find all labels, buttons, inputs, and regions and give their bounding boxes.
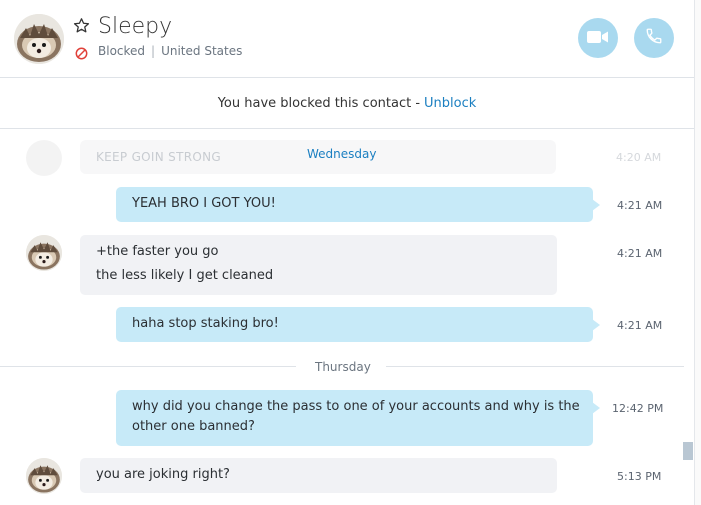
- message-time: 4:21 AM: [617, 319, 663, 332]
- day-label-thursday: Thursday: [315, 360, 371, 374]
- message-text: YEAH BRO I GOT YOU!: [132, 196, 276, 211]
- message-time: 12:42 PM: [612, 402, 664, 415]
- day-divider-line: [386, 366, 684, 367]
- faded-avatar: [26, 140, 62, 176]
- blocked-banner-text: You have blocked this contact -: [217, 96, 421, 111]
- message-bubble-outgoing[interactable]: YEAH BRO I GOT YOU!: [116, 187, 600, 222]
- window-edge: [694, 0, 701, 505]
- scrollbar-thumb[interactable]: [683, 442, 693, 460]
- contact-name[interactable]: Sleepy: [98, 14, 172, 39]
- unblock-link[interactable]: Unblock: [424, 96, 476, 111]
- day-divider-line: [0, 366, 296, 367]
- message-time: 5:13 PM: [617, 470, 662, 483]
- blocked-icon: [75, 45, 88, 60]
- message-bubble-outgoing[interactable]: why did you change the pass to one of yo…: [116, 390, 600, 446]
- day-label-wednesday: Wednesday: [307, 147, 377, 161]
- message-text: the less likely I get cleaned: [96, 268, 274, 283]
- message-text: +the faster you go: [96, 244, 219, 259]
- blocked-label: Blocked: [98, 44, 146, 58]
- video-camera-icon: [587, 29, 609, 48]
- message-text: haha stop staking bro!: [132, 316, 279, 331]
- location-label: United States: [161, 44, 243, 58]
- contact-avatar-small[interactable]: [26, 458, 62, 494]
- message-bubble-incoming[interactable]: you are joking right?: [80, 458, 557, 493]
- faded-message-text: KEEP GOIN STRONG: [96, 150, 221, 164]
- message-time: 4:21 AM: [617, 247, 663, 260]
- conversation-header: Sleepy Blocked | United States: [0, 0, 694, 78]
- message-text: why did you change the pass to one of yo…: [132, 399, 580, 414]
- contact-status: Blocked | United States: [98, 44, 242, 58]
- message-bubble-incoming[interactable]: +the faster you go the less likely I get…: [80, 235, 557, 295]
- message-bubble-outgoing[interactable]: haha stop staking bro!: [116, 307, 600, 342]
- contact-avatar-small[interactable]: [26, 235, 62, 271]
- message-text: you are joking right?: [96, 467, 230, 482]
- message-text: other one banned?: [132, 419, 255, 434]
- contact-avatar[interactable]: [14, 14, 64, 64]
- faded-message-time: 4:20 AM: [616, 151, 662, 164]
- phone-icon: [645, 27, 663, 49]
- star-icon[interactable]: [73, 17, 90, 34]
- blocked-banner: You have blocked this contact - Unblock: [0, 79, 694, 129]
- status-separator: |: [151, 44, 156, 58]
- audio-call-button[interactable]: [634, 18, 674, 58]
- video-call-button[interactable]: [578, 18, 618, 58]
- message-time: 4:21 AM: [617, 199, 663, 212]
